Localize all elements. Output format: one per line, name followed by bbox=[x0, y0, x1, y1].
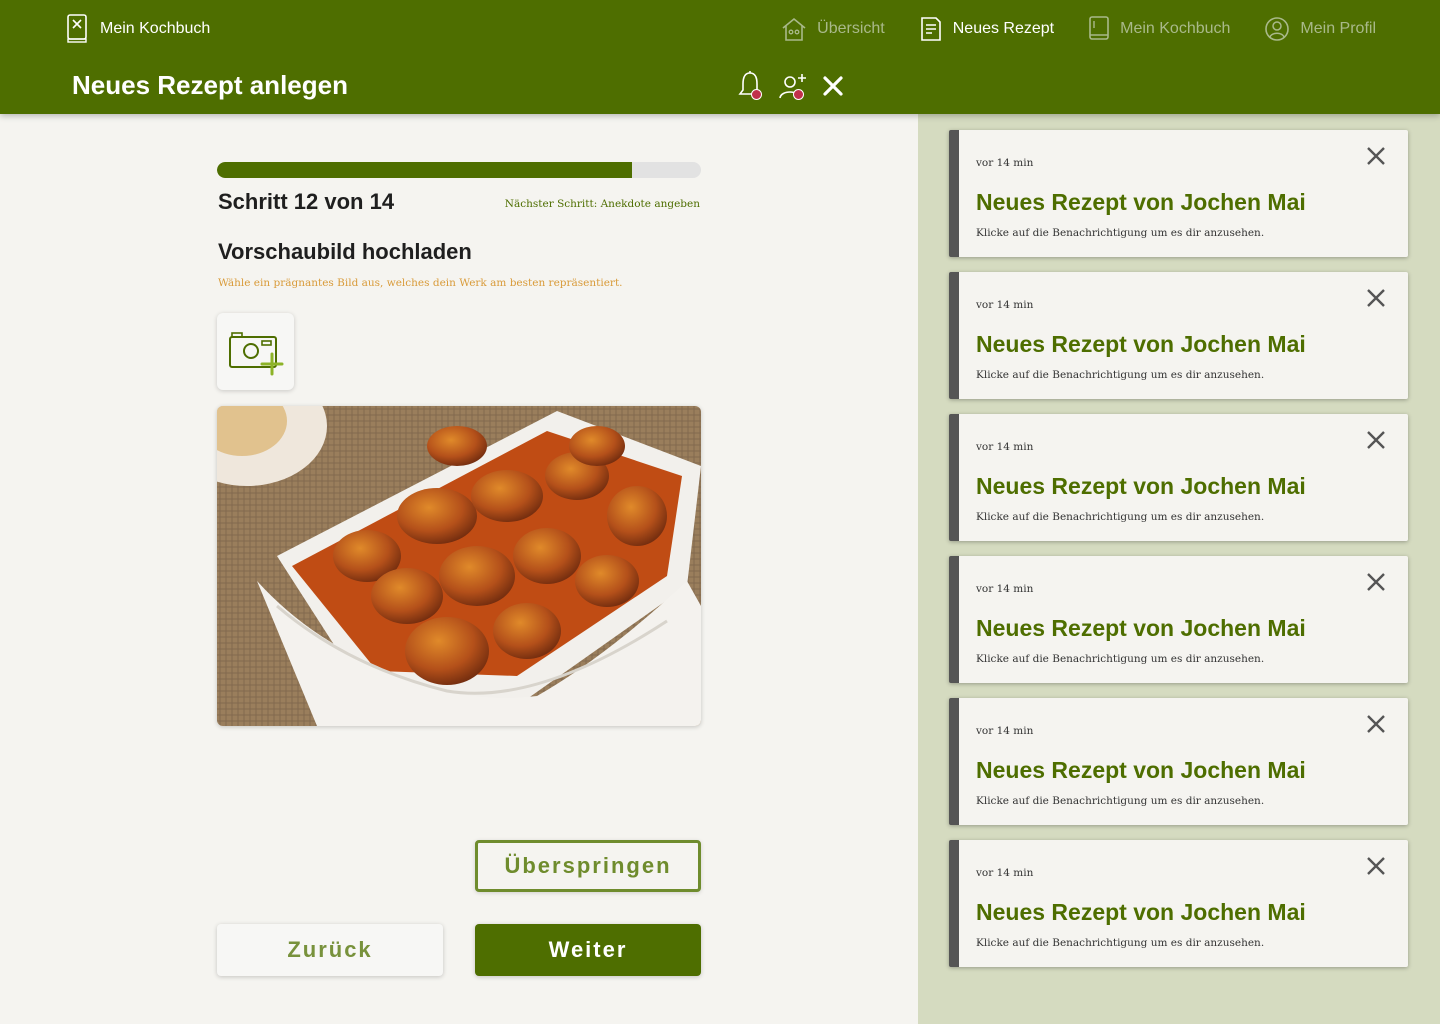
notifications-button[interactable] bbox=[736, 70, 766, 102]
notification-body: Klicke auf die Benachrichtigung um es di… bbox=[976, 227, 1265, 239]
close-icon[interactable] bbox=[1366, 288, 1386, 308]
preview-image bbox=[217, 406, 701, 726]
skip-button[interactable]: Überspringen bbox=[475, 840, 701, 892]
close-wizard-button[interactable] bbox=[820, 70, 850, 102]
notification-title: Neues Rezept von Jochen Mai bbox=[976, 899, 1306, 925]
nav-label: Neues Rezept bbox=[952, 20, 1055, 37]
notification-time: vor 14 min bbox=[976, 725, 1034, 737]
add-user-button[interactable] bbox=[778, 70, 808, 102]
page-title: Neues Rezept anlegen bbox=[72, 70, 348, 100]
next-button[interactable]: Weiter bbox=[475, 924, 701, 976]
close-icon[interactable] bbox=[1366, 430, 1386, 450]
add-user-badge bbox=[793, 89, 804, 100]
close-icon bbox=[823, 76, 843, 96]
notification-time: vor 14 min bbox=[976, 441, 1034, 453]
close-icon[interactable] bbox=[1366, 572, 1386, 592]
notification-card[interactable]: vor 14 min Neues Rezept von Jochen Mai K… bbox=[949, 840, 1408, 967]
notification-card[interactable]: vor 14 min Neues Rezept von Jochen Mai K… bbox=[949, 272, 1408, 399]
cookbook-logo-icon bbox=[67, 14, 87, 43]
header-actions bbox=[736, 70, 862, 102]
close-icon[interactable] bbox=[1366, 146, 1386, 166]
notification-card[interactable]: vor 14 min Neues Rezept von Jochen Mai K… bbox=[949, 414, 1408, 541]
notification-body: Klicke auf die Benachrichtigung um es di… bbox=[976, 511, 1265, 523]
next-step-label: Nächster Schritt: Anekdote angeben bbox=[504, 198, 700, 210]
main-nav: Übersicht Neues Rezept Mein Kochbuch Mei… bbox=[747, 14, 1376, 44]
notification-title: Neues Rezept von Jochen Mai bbox=[976, 757, 1306, 783]
camera-add-icon bbox=[228, 331, 283, 375]
notification-time: vor 14 min bbox=[976, 583, 1034, 595]
notification-title: Neues Rezept von Jochen Mai bbox=[976, 331, 1306, 357]
progress-fill bbox=[217, 162, 632, 178]
nav-item-neues-rezept[interactable]: Neues Rezept bbox=[919, 16, 1054, 42]
close-icon[interactable] bbox=[1366, 714, 1386, 734]
notification-body: Klicke auf die Benachrichtigung um es di… bbox=[976, 795, 1265, 807]
currywurst-photo bbox=[217, 406, 701, 726]
notification-card[interactable]: vor 14 min Neues Rezept von Jochen Mai K… bbox=[949, 130, 1408, 257]
notification-body: Klicke auf die Benachrichtigung um es di… bbox=[976, 369, 1265, 381]
notification-card[interactable]: vor 14 min Neues Rezept von Jochen Mai K… bbox=[949, 556, 1408, 683]
nav-item-mein-profil[interactable]: Mein Profil bbox=[1264, 16, 1376, 42]
notification-body: Klicke auf die Benachrichtigung um es di… bbox=[976, 937, 1265, 949]
brand[interactable]: Mein Kochbuch bbox=[66, 14, 210, 44]
close-icon[interactable] bbox=[1366, 856, 1386, 876]
notification-card[interactable]: vor 14 min Neues Rezept von Jochen Mai K… bbox=[949, 698, 1408, 825]
notification-badge bbox=[751, 89, 762, 100]
nav-label: Übersicht bbox=[817, 20, 885, 37]
notification-title: Neues Rezept von Jochen Mai bbox=[976, 189, 1306, 215]
recipe-note-icon bbox=[920, 17, 941, 41]
section-hint: Wähle ein prägnantes Bild aus, welches d… bbox=[218, 277, 623, 289]
nav-label: Mein Profil bbox=[1300, 20, 1376, 37]
notification-time: vor 14 min bbox=[976, 299, 1034, 311]
progress-bar bbox=[217, 162, 701, 178]
step-label: Schritt 12 von 14 bbox=[218, 189, 395, 214]
back-button[interactable]: Zurück bbox=[217, 924, 443, 976]
notification-time: vor 14 min bbox=[976, 157, 1034, 169]
nav-item-uebersicht[interactable]: Übersicht bbox=[781, 16, 885, 42]
user-circle-icon bbox=[1265, 17, 1290, 41]
brand-label: Mein Kochbuch bbox=[100, 20, 211, 37]
nav-label: Mein Kochbuch bbox=[1120, 20, 1231, 37]
upload-image-button[interactable] bbox=[217, 313, 294, 390]
notification-title: Neues Rezept von Jochen Mai bbox=[976, 615, 1306, 641]
app-header: Mein Kochbuch Übersicht Neues Rezept Mei… bbox=[0, 0, 1440, 114]
book-icon bbox=[1089, 16, 1109, 40]
section-title: Vorschaubild hochladen bbox=[218, 239, 472, 264]
nav-item-mein-kochbuch[interactable]: Mein Kochbuch bbox=[1088, 16, 1230, 42]
notification-time: vor 14 min bbox=[976, 867, 1034, 879]
notification-body: Klicke auf die Benachrichtigung um es di… bbox=[976, 653, 1265, 665]
house-icon bbox=[782, 17, 806, 41]
notification-title: Neues Rezept von Jochen Mai bbox=[976, 473, 1306, 499]
